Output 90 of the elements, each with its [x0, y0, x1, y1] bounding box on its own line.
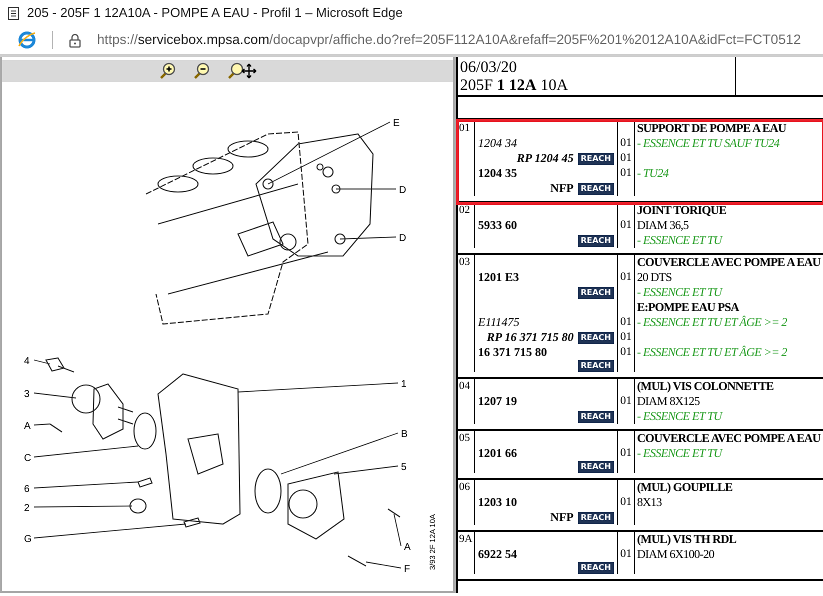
reach-badge[interactable]: REACH	[578, 562, 614, 574]
part-detail: DIAM 36,5	[637, 218, 688, 232]
usage-note: - ESSENCE ET TU ET ÂGE >= 2	[637, 315, 787, 329]
part-title: COUVERCLE AVEC POMPE A EAU	[637, 431, 820, 445]
part-number: 1201 E3	[478, 270, 520, 285]
part-detail: 8X13	[637, 495, 662, 509]
reach-badge[interactable]: REACH	[578, 410, 614, 422]
reach-badge[interactable]: REACH	[578, 512, 614, 524]
callout-label: D	[399, 233, 406, 244]
callout-label: 3	[24, 389, 30, 400]
part-number: 1201 66	[478, 446, 517, 461]
callout-label: C	[24, 453, 32, 464]
reference-number: 03	[458, 255, 475, 372]
usage-note: - ESSENCE ET TU	[637, 233, 722, 247]
reach-badge[interactable]: REACH	[578, 182, 614, 194]
reach-badge[interactable]: REACH	[578, 234, 614, 246]
zoom-out-button[interactable]	[192, 62, 210, 80]
window-title: 205 - 205F 1 12A10A - POMPE A EAU - Profil 1 – Microsoft Edge	[27, 4, 403, 22]
browser-logo-icon[interactable]	[18, 31, 36, 49]
usage-note: - ESSENCE ET TU	[637, 409, 722, 423]
page-icon	[8, 6, 19, 20]
reach-badge[interactable]: REACH	[578, 152, 614, 164]
document-date: 06/03/20	[460, 59, 518, 77]
usage-note: - TU24	[637, 166, 668, 180]
part-title: JOINT TORIQUE	[637, 203, 726, 217]
reference-number: 01	[458, 121, 475, 196]
part-title: (MUL) VIS TH RDL	[637, 532, 736, 546]
vehicle-code: 205F 1 12A 10A	[460, 77, 570, 95]
part-title: COUVERCLE AVEC POMPE A EAU	[637, 255, 820, 269]
callout-label: 4	[24, 356, 30, 367]
part-number: 6922 54	[478, 547, 517, 562]
quantity: 01	[620, 167, 632, 179]
reference-number: 02	[458, 203, 475, 248]
quantity: 01	[620, 447, 632, 459]
reach-badge[interactable]: REACH	[578, 461, 614, 473]
lock-icon[interactable]	[69, 32, 81, 48]
part-number: NFP	[550, 181, 574, 196]
reference-number: 06	[458, 480, 475, 525]
address-field[interactable]: https://servicebox.mpsa.com/docapvpr/affiche.do?ref=205F112A10A&refaff=205F%201%2012A10A&idFct=FCT0512	[97, 30, 801, 50]
zoom-pan-button[interactable]	[226, 62, 256, 80]
quantity: 01	[620, 316, 632, 328]
callout-label: A	[24, 421, 31, 432]
quantity: 01	[620, 395, 632, 407]
part-number: 5933 60	[478, 218, 517, 233]
callout-label: 6	[24, 484, 30, 495]
zoom-in-button[interactable]	[158, 62, 176, 80]
quantity: 01	[620, 346, 632, 358]
quantity: 01	[620, 137, 632, 149]
usage-note: - ESSENCE ET TU	[637, 446, 722, 460]
part-title: SUPPORT DE POMPE A EAU	[637, 121, 786, 135]
usage-note: - ESSENCE ET TU ET ÂGE >= 2	[637, 345, 787, 359]
quantity: 01	[620, 496, 632, 508]
reference-number: 9A	[458, 532, 475, 574]
part-detail: DIAM 6X100-20	[637, 547, 714, 561]
part-title: (MUL) VIS COLONNETTE	[637, 379, 774, 393]
callout-label: 5	[401, 462, 407, 473]
usage-note: - ESSENCE ET TU SAUF TU24	[637, 136, 780, 150]
part-number: 1203 10	[478, 495, 517, 510]
part-number: 1204 35	[478, 166, 517, 181]
part-detail: 20 DTS	[637, 270, 672, 284]
part-number: RP 1204 45	[516, 151, 574, 166]
part-title: E:POMPE EAU PSA	[637, 300, 739, 314]
part-detail: DIAM 8X125	[637, 394, 700, 408]
callout-label: A	[404, 542, 411, 553]
callout-label: 1	[401, 379, 407, 390]
callout-label: D	[399, 185, 406, 196]
callout-label: B	[401, 429, 408, 440]
quantity: 01	[620, 152, 632, 164]
reference-number: 05	[458, 431, 475, 473]
leader-line	[366, 562, 402, 568]
callout-label: F	[404, 564, 410, 575]
quantity: 01	[620, 548, 632, 560]
reach-badge[interactable]: REACH	[578, 286, 614, 298]
part-number: NFP	[550, 510, 574, 525]
part-number: RP 16 371 715 80	[486, 330, 574, 345]
callout-label: G	[24, 534, 32, 545]
usage-note: - ESSENCE ET TU	[637, 285, 722, 299]
reach-badge[interactable]: REACH	[578, 332, 614, 344]
part-number: E111475	[478, 315, 520, 330]
quantity: 01	[620, 271, 632, 283]
callout-label: E	[393, 118, 400, 129]
part-title: (MUL) GOUPILLE	[637, 480, 732, 494]
callout-label: 2	[24, 503, 30, 514]
part-number: 1207 19	[478, 394, 517, 409]
quantity: 01	[620, 219, 632, 231]
part-number: 1204 34	[478, 136, 517, 151]
reference-number: 04	[458, 379, 475, 424]
part-number: 16 371 715 80	[478, 345, 547, 360]
quantity: 01	[620, 331, 632, 343]
reach-badge[interactable]: REACH	[578, 360, 614, 372]
